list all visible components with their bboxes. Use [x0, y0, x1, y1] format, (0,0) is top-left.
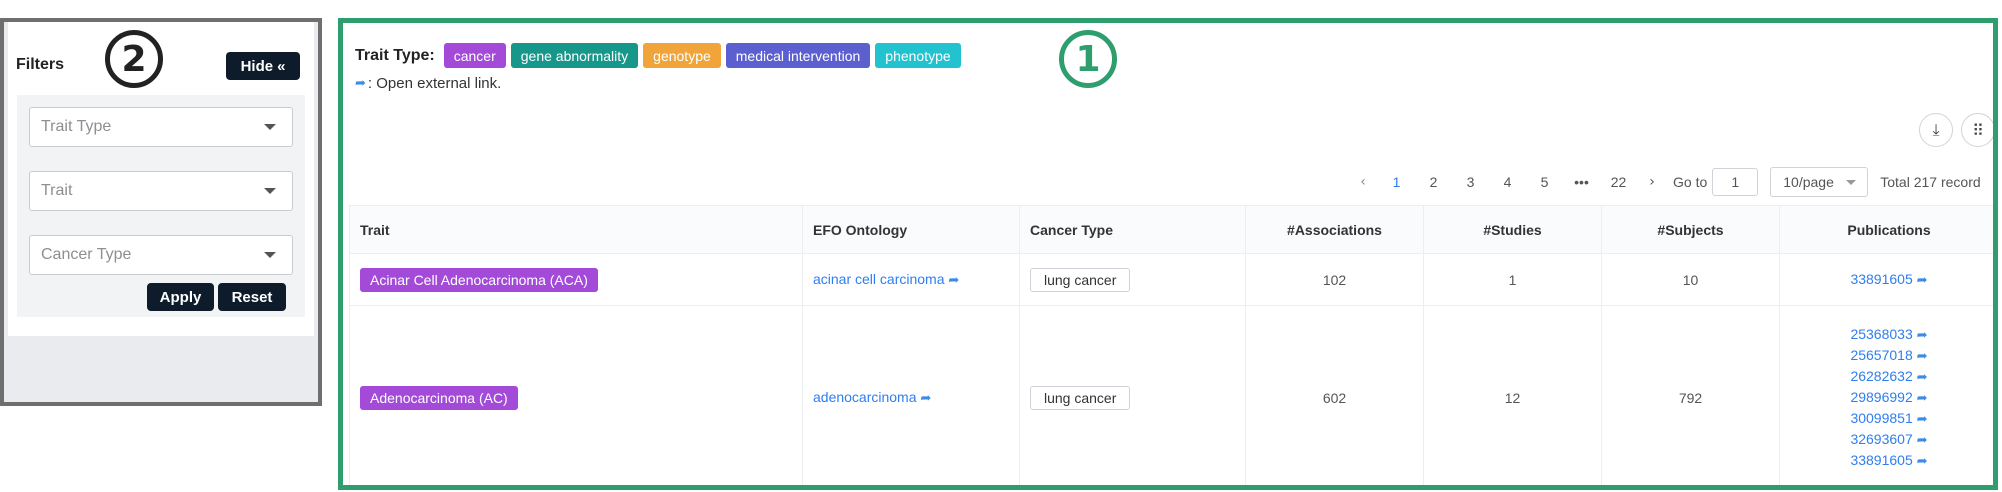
callout-1: 1 — [1059, 30, 1117, 88]
caret-down-icon — [264, 124, 276, 130]
page-4[interactable]: 4 — [1489, 174, 1526, 190]
page-5[interactable]: 5 — [1526, 174, 1563, 190]
caret-down-icon — [264, 188, 276, 194]
page-2[interactable]: 2 — [1415, 174, 1452, 190]
cancer-type-placeholder: Cancer Type — [41, 246, 132, 263]
publication-link[interactable]: 25368033 ➦ — [1850, 326, 1927, 343]
col-trait[interactable]: Trait — [349, 205, 803, 254]
subjects-cell: 792 — [1601, 305, 1780, 485]
table-row: Acinar Cell Adenocarcinoma (ACA) acinar … — [349, 253, 1993, 306]
legend-tag-phenotype: phenotype — [875, 43, 961, 68]
trait-type-placeholder: Trait Type — [41, 118, 112, 135]
caret-down-icon — [1846, 180, 1857, 185]
trait-type-legend: Trait Type: cancer gene abnormality geno… — [355, 43, 961, 68]
efo-link[interactable]: acinar cell carcinoma — [813, 271, 945, 287]
share-arrow-icon: ➦ — [1916, 328, 1928, 343]
pagination: ‹ 1 2 3 4 5 ••• 22 › Go to 1 10/page Tot… — [1348, 167, 1981, 197]
share-arrow-icon[interactable]: ➦ — [920, 391, 931, 406]
prev-page-icon[interactable]: ‹ — [1348, 174, 1378, 190]
more-pages-ellipsis[interactable]: ••• — [1563, 174, 1600, 190]
legend-tag-cancer: cancer — [443, 43, 506, 68]
associations-cell: 602 — [1245, 305, 1424, 485]
share-arrow-icon: ➦ — [1916, 273, 1928, 288]
page-22[interactable]: 22 — [1600, 174, 1637, 190]
legend-tag-genotype: genotype — [643, 43, 721, 68]
col-subjects[interactable]: #Subjects — [1601, 205, 1780, 254]
cancer-type-tag: lung cancer — [1030, 385, 1131, 410]
goto-label: Go to — [1673, 174, 1708, 190]
next-page-icon[interactable]: › — [1637, 174, 1667, 190]
publication-list: 33891605 ➦ — [1780, 271, 1993, 288]
page-size-select[interactable]: 10/page — [1770, 167, 1869, 197]
share-arrow-icon: ➦ — [1916, 391, 1928, 406]
col-cancer-type[interactable]: Cancer Type — [1019, 205, 1246, 254]
trait-select[interactable]: Trait — [29, 171, 293, 211]
publication-link[interactable]: 33891605 ➦ — [1850, 271, 1927, 288]
share-arrow-icon: ➦ — [1916, 433, 1928, 448]
publication-link[interactable]: 30099851 ➦ — [1850, 410, 1927, 427]
external-link-note-text: : Open external link. — [367, 75, 502, 92]
share-arrow-icon[interactable]: ➦ — [948, 273, 959, 288]
associations-cell: 102 — [1245, 253, 1424, 306]
col-efo-ontology[interactable]: EFO Ontology — [802, 205, 1020, 254]
share-arrow-icon: ➦ — [1916, 412, 1928, 427]
efo-link[interactable]: adenocarcinoma — [813, 389, 917, 405]
subjects-cell: 10 — [1601, 253, 1780, 306]
hide-filters-button[interactable]: Hide « — [226, 52, 300, 80]
table-row: Adenocarcinoma (AC) adenocarcinoma ➦ lun… — [349, 305, 1993, 485]
studies-cell: 1 — [1423, 253, 1602, 306]
share-arrow-icon: ➦ — [355, 76, 366, 91]
trait-tag[interactable]: Adenocarcinoma (AC) — [360, 385, 518, 410]
reset-button[interactable]: Reset — [218, 283, 286, 311]
grid-icon[interactable]: ⠿ — [1961, 113, 1993, 147]
publication-list: 25368033 ➦ 25657018 ➦ 26282632 ➦ 2989699… — [1780, 326, 1993, 469]
page-3[interactable]: 3 — [1452, 174, 1489, 190]
page-size-value: 10/page — [1783, 174, 1834, 190]
page-1[interactable]: 1 — [1378, 174, 1415, 190]
goto-input[interactable]: 1 — [1712, 168, 1759, 196]
share-arrow-icon: ➦ — [1916, 349, 1928, 364]
trait-type-select[interactable]: Trait Type — [29, 107, 293, 147]
external-link-note: ➦ : Open external link. — [355, 75, 501, 92]
total-records: Total 217 record — [1880, 174, 1981, 190]
results-table: Trait EFO Ontology Cancer Type #Associat… — [349, 205, 1993, 485]
legend-tag-gene-abnormality: gene abnormality — [510, 43, 639, 68]
apply-button[interactable]: Apply — [147, 283, 214, 311]
publication-link[interactable]: 25657018 ➦ — [1850, 347, 1927, 364]
col-publications[interactable]: Publications — [1779, 205, 1993, 254]
col-studies[interactable]: #Studies — [1423, 205, 1602, 254]
publication-link[interactable]: 33891605 ➦ — [1850, 452, 1927, 469]
share-arrow-icon: ➦ — [1916, 370, 1928, 385]
publication-link[interactable]: 32693607 ➦ — [1850, 431, 1927, 448]
callout-2: ②2 — [105, 30, 163, 88]
caret-down-icon — [264, 252, 276, 258]
studies-cell: 12 — [1423, 305, 1602, 485]
trait-placeholder: Trait — [41, 182, 73, 199]
col-associations[interactable]: #Associations — [1245, 205, 1424, 254]
filter-panel: Filters Hide « Trait Type Trait Cancer T… — [0, 18, 322, 406]
publication-link[interactable]: 26282632 ➦ — [1850, 368, 1927, 385]
legend-label: Trait Type: — [355, 46, 435, 64]
trait-tag[interactable]: Acinar Cell Adenocarcinoma (ACA) — [360, 267, 598, 292]
cancer-type-tag: lung cancer — [1030, 267, 1131, 292]
download-icon[interactable]: ⤓ — [1919, 113, 1953, 147]
filters-title: Filters — [16, 56, 65, 73]
results-panel: Trait Type: cancer gene abnormality geno… — [338, 18, 1998, 490]
hide-button-label: Hide — [240, 57, 274, 75]
filter-form: Trait Type Trait Cancer Type Apply Reset — [17, 95, 305, 317]
share-arrow-icon: ➦ — [1916, 454, 1928, 469]
publication-link[interactable]: 29896992 ➦ — [1850, 389, 1927, 406]
table-header-row: Trait EFO Ontology Cancer Type #Associat… — [349, 205, 1993, 254]
cancer-type-select[interactable]: Cancer Type — [29, 235, 293, 275]
double-chevron-left-icon: « — [277, 57, 286, 75]
legend-tag-medical-intervention: medical intervention — [725, 43, 871, 68]
